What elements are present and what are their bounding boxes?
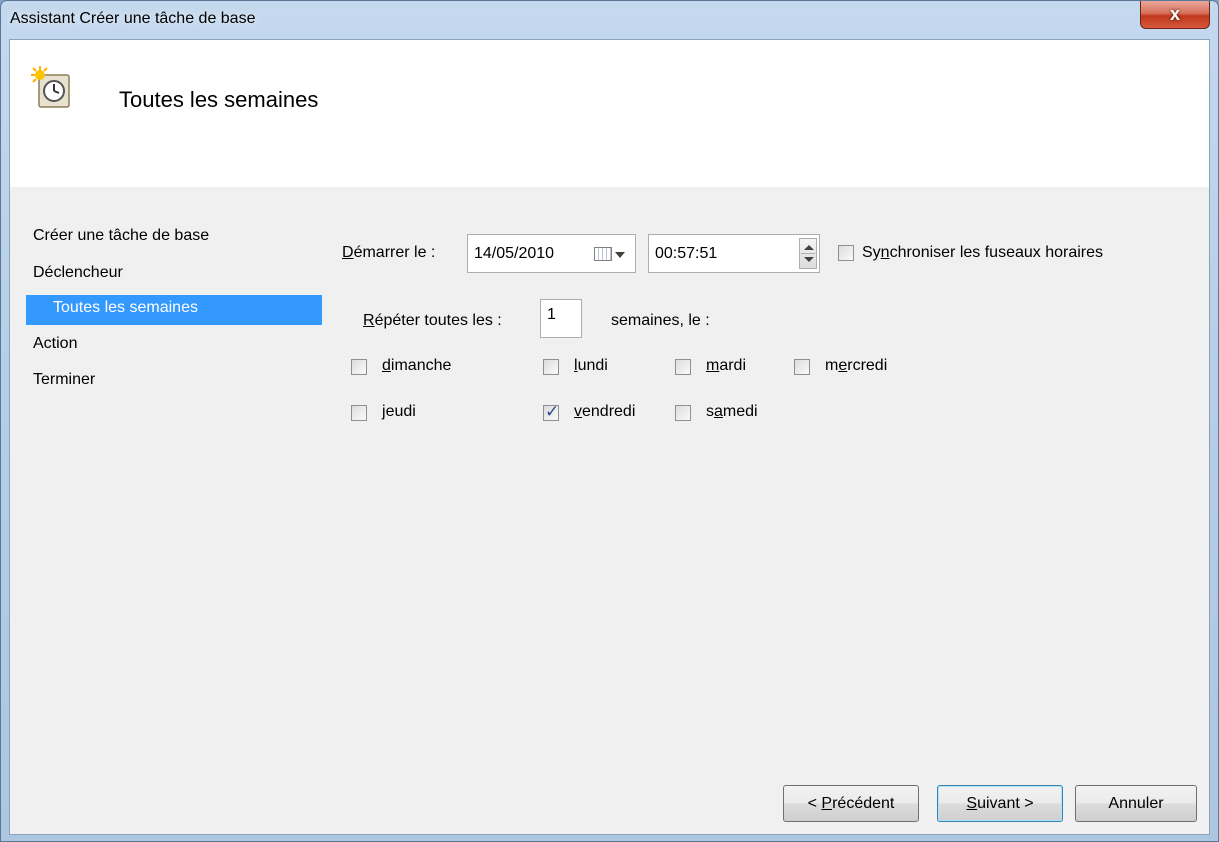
scheduled-task-clock-icon	[31, 66, 70, 108]
day-label-thursday[interactable]: jeudi	[382, 403, 416, 421]
nav-item-action[interactable]: Action	[33, 335, 77, 353]
sync-timezones-label[interactable]: Synchroniser les fuseaux horaires	[862, 244, 1103, 262]
day-checkbox-friday[interactable]: ✓	[543, 402, 560, 421]
close-button[interactable]: x	[1140, 1, 1210, 29]
nav-item-trigger[interactable]: Déclencheur	[33, 264, 123, 282]
day-checkbox-wednesday[interactable]	[794, 359, 810, 375]
day-label-monday[interactable]: lundi	[574, 357, 608, 375]
time-spinner[interactable]	[799, 238, 817, 269]
start-label: Démarrer le :	[342, 244, 436, 261]
calendar-icon[interactable]	[594, 247, 612, 261]
cancel-button[interactable]: Annuler	[1075, 785, 1197, 822]
next-button[interactable]: Suivant >	[937, 785, 1063, 822]
day-checkbox-thursday[interactable]	[351, 405, 367, 421]
wizard-client-area: Toutes les semaines Créer une tâche de b…	[9, 39, 1210, 835]
nav-item-create-basic-task[interactable]: Créer une tâche de base	[33, 227, 209, 245]
sync-timezones-checkbox[interactable]	[838, 245, 854, 261]
trigger-settings-panel: Démarrer le : 14/05/2010 00:57:51 Synchr…	[330, 187, 1209, 834]
page-title: Toutes les semaines	[119, 87, 319, 112]
repeat-weeks-value: 1	[547, 306, 556, 323]
day-checkbox-saturday[interactable]	[675, 405, 691, 421]
start-time-field[interactable]: 00:57:51	[648, 234, 820, 273]
nav-item-finish[interactable]: Terminer	[33, 371, 95, 389]
day-checkbox-monday[interactable]	[543, 359, 559, 375]
day-checkbox-sunday[interactable]	[351, 359, 367, 375]
wizard-step-list: Créer une tâche de base Déclencheur Tout…	[10, 187, 330, 834]
start-date-picker[interactable]: 14/05/2010	[467, 234, 636, 273]
back-button[interactable]: < Précédent	[783, 785, 919, 822]
start-time-value: 00:57:51	[655, 245, 718, 262]
day-label-wednesday[interactable]: mercredi	[825, 357, 887, 375]
spin-up-icon[interactable]	[804, 245, 814, 250]
wizard-window: Assistant Créer une tâche de base x Tout…	[0, 0, 1219, 842]
day-label-saturday[interactable]: samedi	[706, 403, 758, 421]
day-label-friday[interactable]: vendredi	[574, 403, 635, 421]
repeat-label: Répéter toutes les :	[363, 312, 502, 329]
title-bar[interactable]: Assistant Créer une tâche de base x	[1, 1, 1218, 39]
window-title: Assistant Créer une tâche de base	[10, 10, 256, 27]
repeat-weeks-input[interactable]: 1	[540, 299, 582, 338]
chevron-down-icon[interactable]	[615, 252, 625, 258]
close-icon: x	[1169, 4, 1180, 24]
nav-item-weekly-label: Toutes les semaines	[53, 299, 198, 316]
spin-down-icon[interactable]	[804, 257, 814, 262]
day-label-sunday[interactable]: dimanche	[382, 357, 451, 375]
start-date-value: 14/05/2010	[474, 245, 555, 262]
wizard-header: Toutes les semaines	[10, 40, 1209, 187]
nav-item-weekly[interactable]: Toutes les semaines	[26, 295, 322, 325]
repeat-suffix-label: semaines, le :	[611, 312, 710, 329]
day-checkbox-tuesday[interactable]	[675, 359, 691, 375]
day-label-tuesday[interactable]: mardi	[706, 357, 746, 375]
checkmark-icon: ✓	[545, 402, 560, 421]
